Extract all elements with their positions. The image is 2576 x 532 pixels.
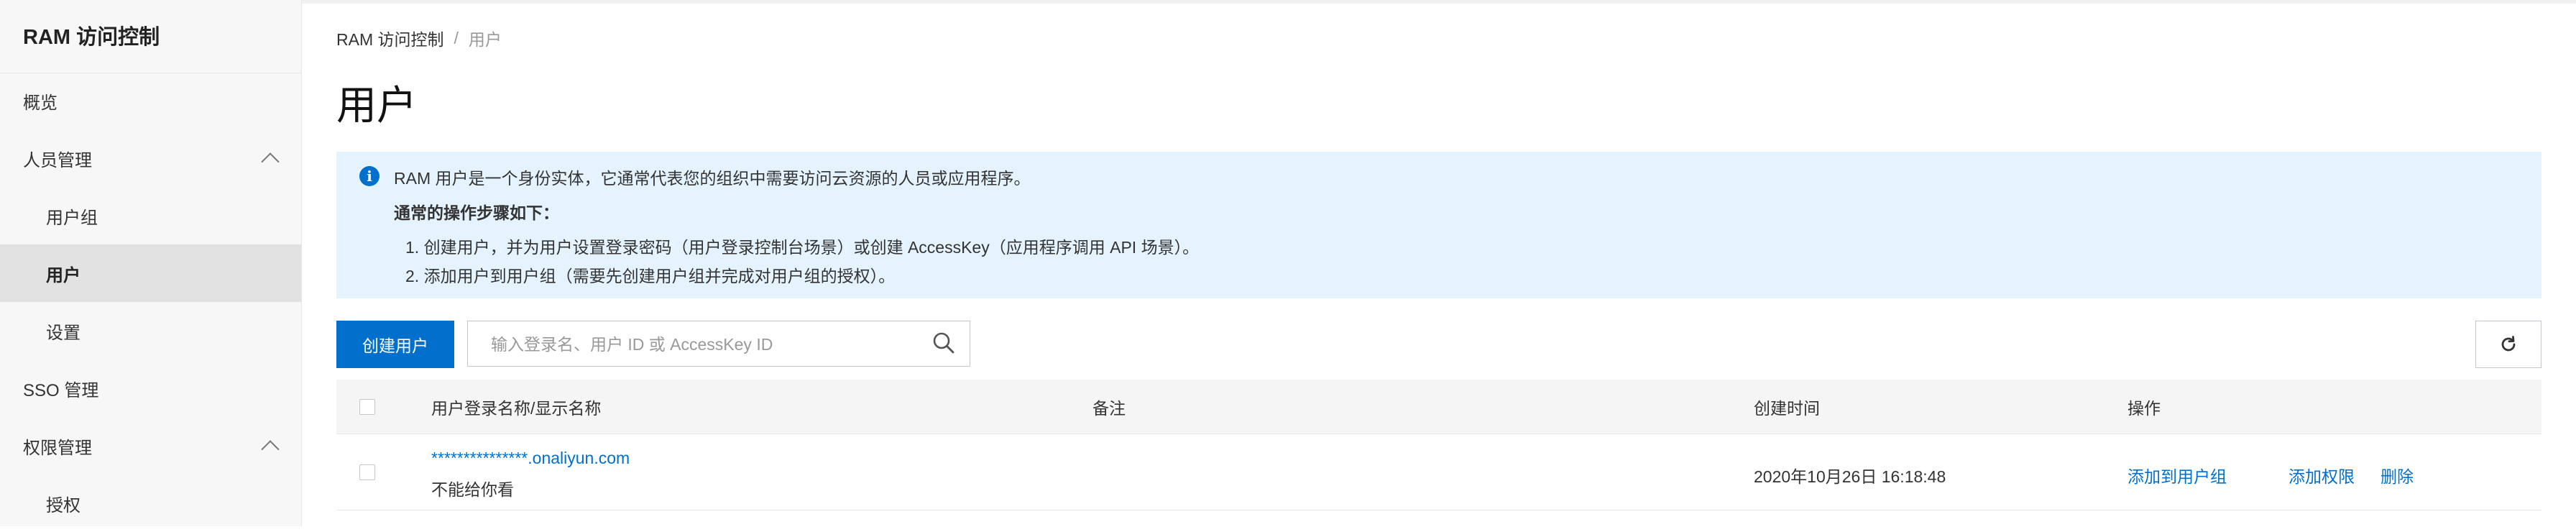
sidebar-item-users[interactable]: 用户 <box>0 244 301 302</box>
sidebar-item-sso[interactable]: SSO 管理 <box>0 359 301 417</box>
sidebar-item-overview[interactable]: 概览 <box>0 72 301 129</box>
delete-user-link[interactable]: 删除 <box>2380 463 2414 487</box>
search-box <box>467 321 970 367</box>
breadcrumb-separator: / <box>454 28 459 47</box>
sidebar-item-label: SSO 管理 <box>23 380 99 400</box>
search-input[interactable] <box>489 321 909 367</box>
main-content: RAM 访问控制 / 用户 用户 i RAM 用户是一个身份实体，它通常代表您的… <box>302 0 2576 526</box>
create-user-button[interactable]: 创建用户 <box>336 321 454 368</box>
search-icon[interactable] <box>932 331 955 354</box>
breadcrumb: RAM 访问控制 / 用户 <box>336 26 502 50</box>
sidebar-item-label: 用户 <box>46 265 80 285</box>
refresh-button[interactable] <box>2475 321 2542 368</box>
breadcrumb-current: 用户 <box>468 30 502 49</box>
sidebar-group-people[interactable]: 人员管理 <box>0 129 301 187</box>
add-to-group-link[interactable]: 添加到用户组 <box>2128 463 2227 487</box>
sidebar-item-settings[interactable]: 设置 <box>0 302 301 359</box>
user-display-name: 不能给你看 <box>431 480 514 499</box>
sidebar-item-user-groups[interactable]: 用户组 <box>0 187 301 244</box>
sidebar-item-label: 概览 <box>23 93 58 113</box>
user-login-name-link[interactable]: ***************.onaliyun.com <box>431 449 630 468</box>
sidebar: RAM 访问控制 概览 人员管理 用户组 用户 设置 SSO 管理 权限管理 授… <box>0 0 302 526</box>
page-title: 用户 <box>336 83 417 128</box>
chevron-up-icon[interactable] <box>261 152 280 171</box>
add-permission-link[interactable]: 添加权限 <box>2288 463 2355 487</box>
info-step-2: 2. 添加用户到用户组（需要先创建用户组并完成对用户组的授权）。 <box>405 267 896 285</box>
sidebar-item-label: 权限管理 <box>23 438 92 458</box>
sidebar-title: RAM 访问控制 <box>23 26 160 49</box>
sidebar-item-label: 用户组 <box>46 208 98 228</box>
sidebar-item-label: 人员管理 <box>23 150 92 170</box>
row-checkbox[interactable] <box>359 464 375 480</box>
table-header: 用户登录名称/显示名称 备注 创建时间 操作 <box>336 380 2542 434</box>
sidebar-item-label: 授权 <box>46 495 80 515</box>
info-description: RAM 用户是一个身份实体，它通常代表您的组织中需要访问云资源的人员或应用程序。 <box>394 169 1031 188</box>
sidebar-item-label: 设置 <box>46 323 80 343</box>
sidebar-item-grants[interactable]: 授权 <box>0 474 301 532</box>
info-heading: 通常的操作步骤如下： <box>394 203 559 222</box>
refresh-icon <box>2501 336 2516 352</box>
sidebar-group-permissions[interactable]: 权限管理 <box>0 417 301 474</box>
user-created-time: 2020年10月26日 16:18:48 <box>1754 467 1946 486</box>
chevron-up-icon[interactable] <box>261 440 280 459</box>
info-step-1: 1. 创建用户，并为用户设置登录密码（用户登录控制台场景）或创建 AccessK… <box>405 238 1200 257</box>
column-header-created: 创建时间 <box>1754 399 1820 418</box>
select-all-checkbox[interactable] <box>359 399 375 415</box>
breadcrumb-root[interactable]: RAM 访问控制 <box>336 26 444 50</box>
column-header-actions: 操作 <box>2128 399 2161 418</box>
column-header-name: 用户登录名称/显示名称 <box>431 399 602 418</box>
info-notice: i RAM 用户是一个身份实体，它通常代表您的组织中需要访问云资源的人员或应用程… <box>336 152 2542 298</box>
info-icon: i <box>359 166 380 186</box>
column-header-note: 备注 <box>1092 399 1126 418</box>
table-row: ***************.onaliyun.com 不能给你看 2020年… <box>336 434 2542 510</box>
